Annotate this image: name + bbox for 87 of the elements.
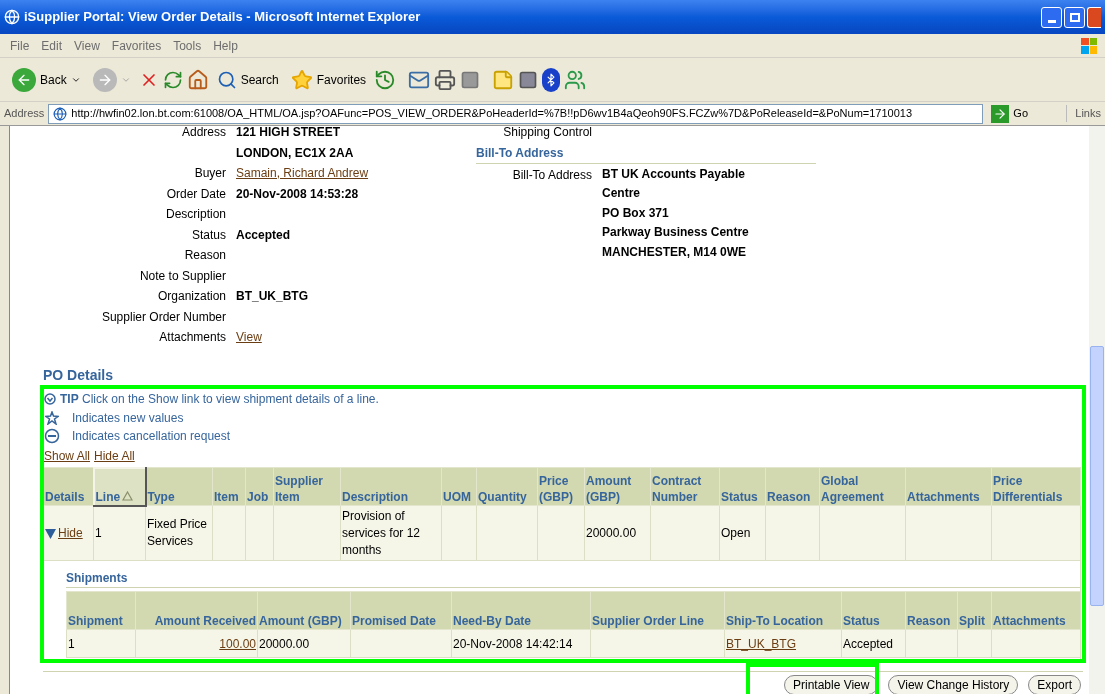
column-header: Shipment (66, 591, 136, 630)
field-value: MANCHESTER, M14 0WE (602, 243, 748, 261)
section-heading: Shipments (66, 569, 1080, 588)
field-label: Reason (183, 247, 226, 264)
field-label: Organization (156, 288, 226, 305)
column-header: Supplier Order Line (590, 591, 725, 630)
legend-text: Indicates cancellation request (72, 427, 231, 445)
column-header: Details (43, 467, 94, 506)
field-value: 121 HIGH STREET (236, 126, 342, 141)
column-header: Split (957, 591, 992, 630)
column-header: Amount (GBP) (257, 591, 351, 630)
column-header: Ship-To Location (724, 591, 842, 630)
column-header: Amount Received (135, 591, 258, 630)
legend-text: Indicates new values (72, 409, 184, 427)
column-header: Description (340, 467, 442, 506)
menu-item[interactable]: Edit (35, 36, 69, 55)
menu-item[interactable]: View (68, 36, 106, 55)
field-value: Accepted (236, 226, 292, 244)
field-label: Shipping Control (502, 126, 592, 141)
column-header: Global Agreement (819, 467, 906, 506)
table-cell: Accepted (841, 629, 906, 658)
section-heading: Bill-To Address (476, 142, 816, 164)
table-cell: 20000.00 (257, 629, 351, 658)
go-button[interactable]: Go (987, 104, 1033, 123)
field-value: Parkway Business Centre (602, 224, 750, 241)
column-header: Reason (905, 591, 958, 630)
column-header: Promised Date (350, 591, 452, 630)
column-header: Supplier Item (273, 467, 341, 506)
field-value: PO Box 371 (602, 204, 670, 222)
field-label: Bill-To Address (511, 166, 592, 184)
table-cell: Open (719, 505, 766, 561)
column-header: Item (212, 467, 246, 506)
section-heading: PO Details (43, 363, 1083, 387)
column-header: Type (145, 467, 213, 506)
hide-link[interactable]: Hide (58, 524, 83, 542)
favorites-button[interactable]: Favorites (286, 62, 371, 97)
field-value: 20-Nov-2008 14:53:28 (236, 185, 360, 203)
column-header: Status (719, 467, 766, 506)
menu-item[interactable]: Help (207, 36, 244, 55)
field-value: BT_UK_BTG (236, 288, 309, 305)
tip-text: TIP Click on the Show link to view shipment details of a line. (60, 390, 379, 408)
field-label: Status (190, 226, 226, 244)
column-header: Status (841, 591, 906, 630)
table-cell: 1 (66, 629, 136, 658)
window-title: iSupplier Portal: View Order Details - Microsoft Internet Explorer (24, 8, 421, 27)
links-button[interactable]: Links (1066, 105, 1101, 122)
column-header: Attachments (905, 467, 992, 506)
field-value: LONDON, EC1X 2AA (236, 144, 355, 162)
table-cell: 20000.00 (584, 505, 651, 561)
field-label: Order Date (165, 185, 226, 203)
column-header: Need-By Date (451, 591, 591, 630)
column-header: Attachments (991, 591, 1081, 630)
table-link[interactable]: Show All (44, 446, 91, 465)
column-header: Contract Number (650, 467, 720, 506)
address-label: Address (4, 106, 45, 122)
field-link[interactable]: View (236, 327, 262, 348)
column-header: Amount (GBP) (584, 467, 651, 506)
column-header: UOM (441, 467, 477, 506)
table-link[interactable]: 100.00 (219, 636, 256, 651)
menu-item[interactable]: Tools (167, 36, 208, 55)
field-label: Note to Supplier (138, 267, 226, 285)
table-link[interactable]: BT_UK_BTG (726, 636, 797, 651)
field-label: Description (164, 206, 226, 223)
menu-item[interactable]: File (4, 36, 36, 55)
table-cell: 1 (93, 505, 146, 561)
column-header: Job (245, 467, 274, 506)
field-link[interactable]: Samain, Richard Andrew (236, 163, 369, 184)
field-label: Supplier Order Number (100, 308, 226, 326)
column-header[interactable]: Line (93, 467, 146, 506)
back-button[interactable]: Back (8, 62, 85, 97)
menu-item[interactable]: Favorites (105, 36, 168, 55)
column-header: Price (GBP) (537, 467, 585, 506)
table-link[interactable]: Hide All (94, 446, 135, 465)
field-label: Address (180, 126, 226, 141)
action-button[interactable]: View Change History (888, 675, 1019, 694)
action-button[interactable]: Export (1028, 675, 1081, 694)
column-header: Reason (765, 467, 820, 506)
field-label: Buyer (193, 165, 226, 182)
table-cell: Fixed Price Services (145, 505, 213, 561)
field-label: Attachments (158, 329, 226, 346)
table-cell: 20-Nov-2008 14:42:14 (451, 629, 591, 658)
address-field[interactable]: http://hwfin02.lon.bt.com:61008/OA_HTML/OA.jsp?OAFunc=POS_VIEW_ORDER&PoHeaderId=%7B!!pD6wv1B4aQeoh90FS.FCZw%7D&PoReleaseId=&PoNum=1710013 (48, 103, 984, 124)
field-value: BT UK Accounts Payable Centre (602, 165, 746, 202)
table-cell: Provision of services for 12 months (340, 505, 442, 561)
column-header: Quantity (476, 467, 538, 506)
search-button[interactable]: Search (212, 62, 283, 97)
column-header: Price Differentials (991, 467, 1081, 506)
